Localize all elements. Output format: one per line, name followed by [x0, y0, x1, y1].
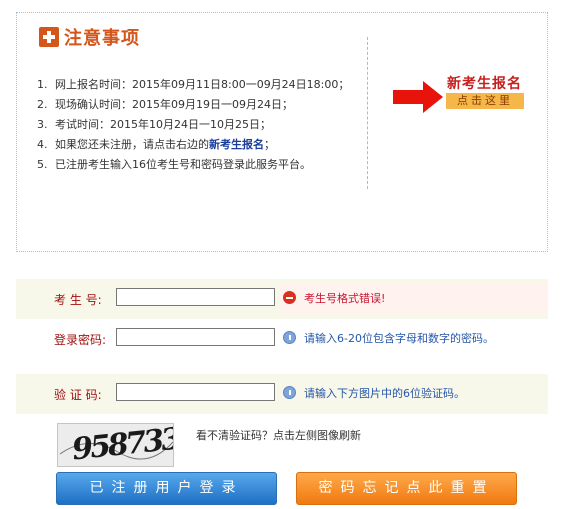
notice-list: 1. 网上报名时间：2015年09月11日8:00一09月24日18:00； 2.… — [37, 75, 349, 175]
info-icon — [283, 331, 296, 344]
notice-header: 注意事项 — [39, 25, 140, 49]
notice-title: 注意事项 — [64, 28, 140, 49]
exam-number-input[interactable] — [116, 288, 275, 306]
info-icon — [283, 386, 296, 399]
captcha-refresh-hint: 看不清验证码？点击左侧图像刷新 — [196, 429, 361, 442]
notice-item: 1. 网上报名时间：2015年09月11日8:00一09月24日18:00； — [37, 78, 350, 91]
register-click-button[interactable]: 点击这里 — [446, 93, 524, 109]
captcha-image[interactable]: 958733 — [57, 423, 174, 467]
password-row: 登录密码: 请输入6-20位包含字母和数字的密码。 — [16, 319, 548, 359]
exam-number-label: 考 生 号: — [54, 293, 102, 307]
captcha-label: 验 证 码: — [54, 388, 102, 402]
new-register-link[interactable]: 新考生报名 — [209, 138, 264, 151]
reset-password-button[interactable]: 密码忘记点此重置 — [296, 472, 517, 505]
password-input[interactable] — [116, 328, 275, 346]
new-register-title[interactable]: 新考生报名 — [447, 73, 522, 93]
captcha-hint-message: 请输入下方图片中的6位验证码。 — [304, 387, 465, 400]
divider — [367, 37, 368, 189]
password-label: 登录密码: — [54, 333, 107, 347]
notice-item: 5. 已注册考生输入16位考生号和密码登录此服务平台。 — [37, 158, 311, 171]
exam-number-error: 考生号格式错误! — [304, 292, 386, 305]
error-icon — [283, 291, 296, 304]
notice-item: 3. 考试时间：2015年10月24日一10月25日； — [37, 118, 271, 131]
exam-number-row: 考 生 号: 考生号格式错误! — [16, 279, 548, 319]
arrow-right-icon — [393, 81, 443, 113]
password-hint: 请输入6-20位包含字母和数字的密码。 — [304, 332, 494, 345]
captcha-input[interactable] — [116, 383, 275, 401]
notice-panel: 注意事项 1. 网上报名时间：2015年09月11日8:00一09月24日18:0… — [16, 12, 548, 252]
login-button[interactable]: 已注册用户登录 — [56, 472, 277, 505]
notice-item: 4. 如果您还未注册，请点击右边的新考生报名； — [37, 138, 275, 151]
notice-item: 2. 现场确认时间：2015年09月19日一09月24日； — [37, 98, 293, 111]
plus-icon — [39, 27, 59, 47]
captcha-row: 验 证 码: 请输入下方图片中的6位验证码。 — [16, 374, 548, 414]
